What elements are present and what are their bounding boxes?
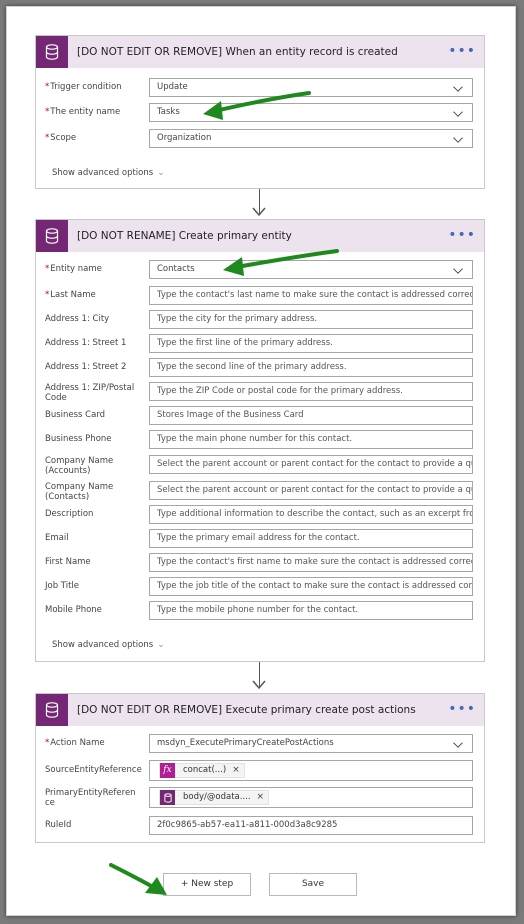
- company-contacts-input[interactable]: Select the parent account or parent cont…: [149, 481, 473, 500]
- rule-id-label: RuleId: [45, 820, 72, 830]
- field-label: Company Name (Accounts): [45, 456, 114, 476]
- scope-dropdown[interactable]: Organization: [149, 129, 473, 148]
- field-label: Address 1: Street 1: [45, 338, 127, 348]
- fx-icon: fx: [160, 763, 175, 778]
- dynamic-content-token[interactable]: body/@odata.... ×: [159, 789, 270, 806]
- more-options-icon[interactable]: •••: [448, 702, 476, 716]
- entity-name-label: *Entity name: [45, 264, 102, 274]
- more-options-icon[interactable]: •••: [448, 228, 476, 242]
- post-actions-card-title: [DO NOT EDIT OR REMOVE] Execute primary …: [77, 704, 416, 716]
- field-label: Mobile Phone: [45, 605, 102, 615]
- email-input[interactable]: Type the primary email address for the c…: [149, 529, 473, 548]
- field-label: Address 1: City: [45, 314, 110, 324]
- save-button[interactable]: Save: [269, 873, 357, 896]
- mobile-phone-input[interactable]: Type the mobile phone number for the con…: [149, 601, 473, 620]
- street1-input[interactable]: Type the first line of the primary addre…: [149, 334, 473, 353]
- action-name-dropdown[interactable]: msdyn_ExecutePrimaryCreatePostActions: [149, 734, 473, 753]
- trigger-card-header[interactable]: [DO NOT EDIT OR REMOVE] When an entity r…: [36, 36, 484, 68]
- entity-name-label: *The entity name: [45, 107, 121, 117]
- zip-input[interactable]: Type the ZIP Code or postal code for the…: [149, 382, 473, 401]
- create-entity-card: [DO NOT RENAME] Create primary entity ••…: [35, 219, 485, 662]
- database-icon: [160, 790, 175, 805]
- field-label: Job Title: [45, 581, 80, 591]
- source-entity-label: SourceEntityReference: [45, 765, 142, 775]
- annotation-arrow-icon: [109, 863, 167, 895]
- chevron-down-icon: [453, 738, 463, 748]
- show-advanced-options[interactable]: Show advanced options ⌄: [52, 168, 165, 178]
- last-name-input[interactable]: Type the contact's last name to make sur…: [149, 286, 473, 305]
- description-input[interactable]: Type additional information to describe …: [149, 505, 473, 524]
- street2-input[interactable]: Type the second line of the primary addr…: [149, 358, 473, 377]
- show-advanced-options[interactable]: Show advanced options ⌄: [52, 640, 165, 650]
- action-name-label: *Action Name: [45, 738, 105, 748]
- job-title-input[interactable]: Type the job title of the contact to mak…: [149, 577, 473, 596]
- database-icon: [36, 694, 68, 726]
- field-label: First Name: [45, 557, 91, 567]
- chevron-down-icon: [453, 264, 463, 274]
- flow-designer: [DO NOT EDIT OR REMOVE] When an entity r…: [6, 6, 516, 916]
- business-phone-input[interactable]: Type the main phone number for this cont…: [149, 430, 473, 449]
- more-options-icon[interactable]: •••: [448, 44, 476, 58]
- chevron-down-icon: [453, 107, 463, 117]
- primary-entity-input[interactable]: body/@odata.... ×: [149, 787, 473, 808]
- create-entity-card-title: [DO NOT RENAME] Create primary entity: [77, 230, 292, 242]
- field-label: Business Card: [45, 410, 106, 420]
- field-label: Description: [45, 509, 94, 519]
- first-name-input[interactable]: Type the contact's first name to make su…: [149, 553, 473, 572]
- chevron-down-icon: ⌄: [157, 640, 165, 650]
- arrow-down-icon: [252, 207, 266, 217]
- field-label: Address 1: Street 2: [45, 362, 127, 372]
- trigger-card-title: [DO NOT EDIT OR REMOVE] When an entity r…: [77, 46, 398, 58]
- chevron-down-icon: [453, 133, 463, 143]
- field-label: Address 1: ZIP/Postal Code: [45, 383, 135, 403]
- annotation-arrow-icon: [223, 249, 339, 276]
- arrow-down-icon: [252, 680, 266, 690]
- field-label: *Last Name: [45, 290, 96, 300]
- annotation-arrow-icon: [203, 91, 311, 120]
- close-icon[interactable]: ×: [232, 762, 244, 779]
- rule-id-input[interactable]: 2f0c9865-ab57-ea11-a811-000d3a8c9285: [149, 816, 473, 835]
- company-accounts-input[interactable]: Select the parent account or parent cont…: [149, 455, 473, 474]
- post-actions-card-header[interactable]: [DO NOT EDIT OR REMOVE] Execute primary …: [36, 694, 484, 726]
- business-card-input[interactable]: Stores Image of the Business Card: [149, 406, 473, 425]
- trigger-condition-label: *Trigger condition: [45, 82, 122, 92]
- database-icon: [36, 220, 68, 252]
- chevron-down-icon: ⌄: [157, 168, 165, 178]
- post-actions-card: [DO NOT EDIT OR REMOVE] Execute primary …: [35, 693, 485, 843]
- primary-entity-label: PrimaryEntityReference: [45, 788, 136, 808]
- field-label: Email: [45, 533, 69, 543]
- field-label: Business Phone: [45, 434, 112, 444]
- new-step-button[interactable]: + New step: [163, 873, 251, 896]
- source-entity-input[interactable]: fx concat(...) ×: [149, 760, 473, 781]
- database-icon: [36, 36, 68, 68]
- city-input[interactable]: Type the city for the primary address.: [149, 310, 473, 329]
- field-label: Company Name (Contacts): [45, 482, 114, 502]
- close-icon[interactable]: ×: [257, 789, 269, 806]
- scope-label: *Scope: [45, 133, 77, 143]
- chevron-down-icon: [453, 82, 463, 92]
- expression-token[interactable]: fx concat(...) ×: [159, 763, 245, 778]
